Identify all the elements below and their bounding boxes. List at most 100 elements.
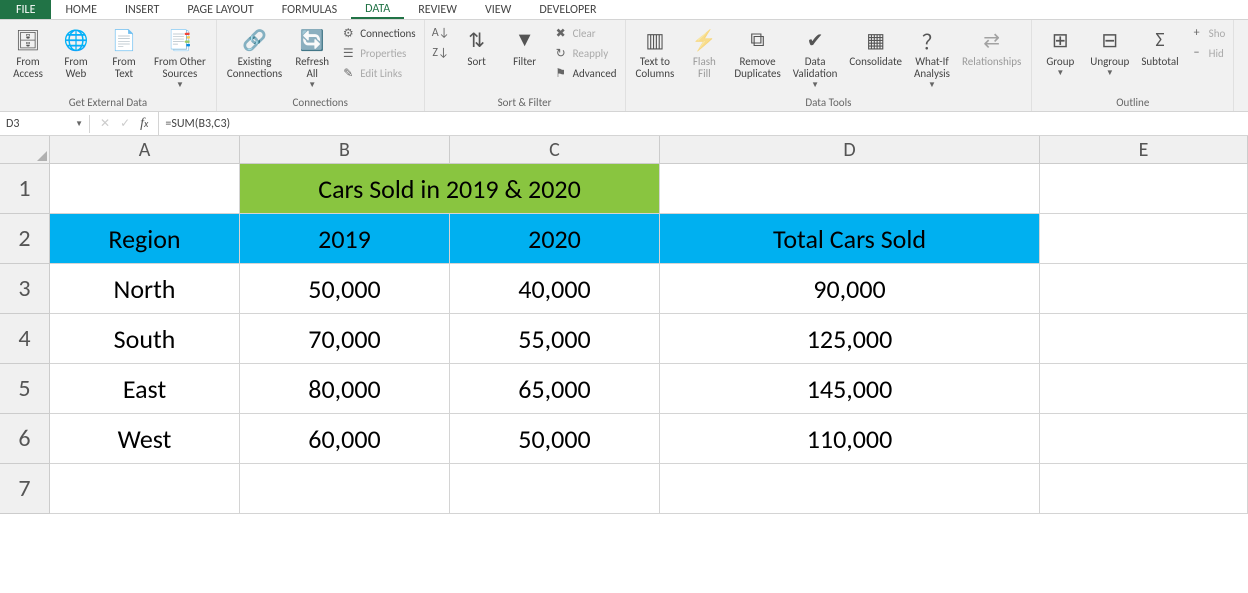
cell-a5[interactable]: East	[50, 364, 240, 414]
cell-d5[interactable]: 145,000	[660, 364, 1040, 414]
tab-page-layout[interactable]: PAGE LAYOUT	[173, 0, 267, 19]
cell-d3[interactable]: 90,000	[660, 264, 1040, 314]
remove-duplicates-button[interactable]: ⧉ RemoveDuplicates	[730, 24, 784, 82]
connections-button[interactable]: ⚙Connections	[338, 24, 417, 42]
cell-e7[interactable]	[1040, 464, 1248, 514]
data-validation-button[interactable]: ✔ DataValidation ▼	[789, 24, 842, 92]
tab-data[interactable]: DATA	[351, 0, 404, 19]
cell-d7[interactable]	[660, 464, 1040, 514]
clear-button[interactable]: ✖Clear	[551, 24, 619, 42]
ungroup-button[interactable]: ⊟ Ungroup ▼	[1086, 24, 1133, 80]
fx-icon[interactable]: fx	[140, 116, 148, 132]
cell-a3[interactable]: North	[50, 264, 240, 314]
filter-button[interactable]: ▼ Filter	[503, 24, 547, 70]
cell-e4[interactable]	[1040, 314, 1248, 364]
cell-a2[interactable]: Region	[50, 214, 240, 264]
from-web-button[interactable]: 🌐 FromWeb	[54, 24, 98, 82]
chevron-down-icon: ▼	[1106, 68, 1114, 78]
cell-a1[interactable]	[50, 164, 240, 214]
cell-d1[interactable]	[660, 164, 1040, 214]
edit-links-button[interactable]: ✎Edit Links	[338, 64, 417, 82]
cell-b3[interactable]: 50,000	[240, 264, 450, 314]
col-header-c[interactable]: C	[450, 136, 660, 164]
col-header-a[interactable]: A	[50, 136, 240, 164]
flash-fill-button[interactable]: ⚡ FlashFill	[682, 24, 726, 82]
cell-a7[interactable]	[50, 464, 240, 514]
ribbon-group-outline: ⊞ Group ▼ ⊟ Ungroup ▼ Σ Subtotal +Sho −H…	[1032, 20, 1234, 111]
tab-review[interactable]: REVIEW	[404, 0, 471, 19]
cell-b5[interactable]: 80,000	[240, 364, 450, 414]
sort-desc-button[interactable]: Z↓	[431, 44, 451, 62]
row-header-2[interactable]: 2	[0, 214, 50, 264]
cell-e3[interactable]	[1040, 264, 1248, 314]
subtotal-button[interactable]: Σ Subtotal	[1137, 24, 1182, 70]
col-header-b[interactable]: B	[240, 136, 450, 164]
from-access-button[interactable]: 🗄 FromAccess	[6, 24, 50, 82]
properties-button[interactable]: ☰Properties	[338, 44, 417, 62]
sort-asc-button[interactable]: A↓	[431, 24, 451, 42]
cell-c2[interactable]: 2020	[450, 214, 660, 264]
cell-b6[interactable]: 60,000	[240, 414, 450, 464]
name-box[interactable]: D3 ▼	[0, 115, 90, 133]
col-header-d[interactable]: D	[660, 136, 1040, 164]
tab-file[interactable]: FILE	[0, 0, 51, 19]
group-label: Data Tools	[632, 94, 1026, 109]
cell-b7[interactable]	[240, 464, 450, 514]
advanced-button[interactable]: ⚑Advanced	[551, 64, 619, 82]
properties-icon: ☰	[340, 45, 356, 61]
text-columns-icon: ▥	[641, 26, 669, 54]
row-header-1[interactable]: 1	[0, 164, 50, 214]
refresh-all-button[interactable]: 🔄 RefreshAll ▼	[290, 24, 334, 92]
relationships-button[interactable]: ⇄ Relationships	[958, 24, 1025, 70]
relationships-icon: ⇄	[978, 26, 1006, 54]
tab-home[interactable]: HOME	[51, 0, 111, 19]
cell-c3[interactable]: 40,000	[450, 264, 660, 314]
confirm-icon[interactable]: ✓	[120, 116, 130, 131]
select-all-corner[interactable]	[0, 136, 50, 164]
cell-a6[interactable]: West	[50, 414, 240, 464]
from-other-sources-button[interactable]: 📑 From OtherSources ▼	[150, 24, 210, 92]
what-if-analysis-button[interactable]: ？ What-IfAnalysis ▼	[910, 24, 954, 92]
cell-c6[interactable]: 50,000	[450, 414, 660, 464]
cell-b4[interactable]: 70,000	[240, 314, 450, 364]
cell-c7[interactable]	[450, 464, 660, 514]
from-text-button[interactable]: 📄 FromText	[102, 24, 146, 82]
ribbon-group-get-external-data: 🗄 FromAccess 🌐 FromWeb 📄 FromText 📑 From…	[0, 20, 217, 111]
row-header-5[interactable]: 5	[0, 364, 50, 414]
cell-title[interactable]: Cars Sold in 2019 & 2020	[240, 164, 660, 214]
cancel-icon[interactable]: ✕	[100, 116, 110, 131]
col-header-e[interactable]: E	[1040, 136, 1248, 164]
text-to-columns-button[interactable]: ▥ Text toColumns	[632, 24, 679, 82]
cell-e6[interactable]	[1040, 414, 1248, 464]
hide-detail-button[interactable]: −Hid	[1187, 44, 1228, 62]
row-header-3[interactable]: 3	[0, 264, 50, 314]
reapply-icon: ↻	[553, 45, 569, 61]
ribbon-group-sort-filter: A↓ Z↓ ⇅ Sort ▼ Filter ✖Clear ↻Reapply ⚑A…	[425, 20, 626, 111]
tab-insert[interactable]: INSERT	[111, 0, 173, 19]
row-header-4[interactable]: 4	[0, 314, 50, 364]
cell-e2[interactable]	[1040, 214, 1248, 264]
cell-d2[interactable]: Total Cars Sold	[660, 214, 1040, 264]
cell-e5[interactable]	[1040, 364, 1248, 414]
tab-formulas[interactable]: FORMULAS	[268, 0, 351, 19]
cell-c4[interactable]: 55,000	[450, 314, 660, 364]
tab-view[interactable]: VIEW	[471, 0, 525, 19]
row-header-7[interactable]: 7	[0, 464, 50, 514]
cell-b2[interactable]: 2019	[240, 214, 450, 264]
consolidate-button[interactable]: ▦ Consolidate	[845, 24, 906, 70]
show-detail-button[interactable]: +Sho	[1187, 24, 1228, 42]
existing-connections-button[interactable]: 🔗 ExistingConnections	[223, 24, 286, 82]
cell-c5[interactable]: 65,000	[450, 364, 660, 414]
cell-d6[interactable]: 110,000	[660, 414, 1040, 464]
group-label: Get External Data	[6, 94, 210, 109]
group-button[interactable]: ⊞ Group ▼	[1038, 24, 1082, 80]
row-header-6[interactable]: 6	[0, 414, 50, 464]
cell-d4[interactable]: 125,000	[660, 314, 1040, 364]
cell-a4[interactable]: South	[50, 314, 240, 364]
formula-input[interactable]: =SUM(B3,C3)	[158, 112, 1248, 135]
cell-e1[interactable]	[1040, 164, 1248, 214]
group-label: Connections	[223, 94, 418, 109]
reapply-button[interactable]: ↻Reapply	[551, 44, 619, 62]
tab-developer[interactable]: DEVELOPER	[525, 0, 610, 19]
sort-button[interactable]: ⇅ Sort	[455, 24, 499, 70]
